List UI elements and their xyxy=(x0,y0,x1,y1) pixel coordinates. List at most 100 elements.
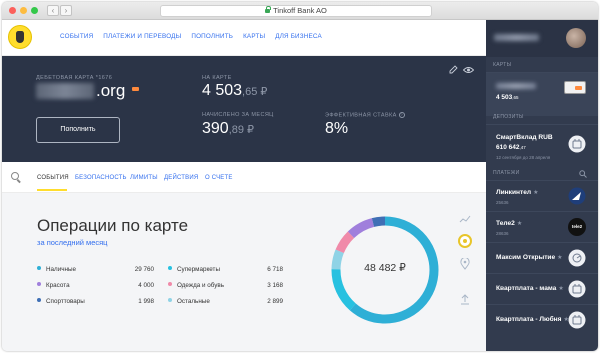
category-bullet xyxy=(37,282,41,287)
category-name: Одежда и обувь xyxy=(177,282,225,289)
address-bar[interactable]: Tinkoff Bank AO xyxy=(160,5,432,17)
card-thumbnail xyxy=(564,81,586,94)
payment-subtitle: 25636 xyxy=(496,200,509,205)
nav-link-business[interactable]: ДЛЯ БИЗНЕСА xyxy=(275,33,322,40)
rate-label: ЭФФЕКТИВНАЯ СТАВКА? xyxy=(325,112,405,118)
card-balance-main: 4 503 xyxy=(202,82,243,99)
zoom-window-button[interactable] xyxy=(31,7,38,14)
payment-name-text: Максим Открытие xyxy=(496,254,556,261)
category-name: Остальные xyxy=(177,298,210,305)
card-tabs: СОБЫТИЯ БЕЗОПАСНОСТЬ ЛИМИТЫ ДЕЙСТВИЯ О С… xyxy=(2,162,486,193)
category-bullet xyxy=(168,282,172,287)
search-icon[interactable] xyxy=(11,172,19,180)
coin-icon[interactable] xyxy=(458,234,472,248)
payment-item-rent-lyubnya[interactable]: Квартплата - Любня ★ xyxy=(486,304,598,338)
cards-section-label: КАРТЫ xyxy=(493,62,512,68)
payment-item-rent-mom[interactable]: Квартплата - мама ★ xyxy=(486,273,598,304)
avatar[interactable] xyxy=(566,28,586,48)
category-row[interactable]: Супермаркеты xyxy=(168,266,220,273)
operations-title: Операции по карте xyxy=(37,216,189,235)
star-icon[interactable]: ★ xyxy=(533,190,538,196)
browser-toolbar: ‹ › Tinkoff Bank AO xyxy=(2,2,598,20)
deposit-amount-main: 610 642 xyxy=(496,144,520,151)
upload-icon[interactable] xyxy=(460,294,470,305)
category-bullet xyxy=(37,298,41,303)
info-icon[interactable]: ? xyxy=(398,112,405,118)
accrued-amount: 390,89 ₽ xyxy=(202,120,254,138)
payment-name-text: Квартплата - мама xyxy=(496,285,557,292)
sidebar-card-balance: 4 503,65 xyxy=(496,94,519,101)
lock-icon xyxy=(265,6,272,13)
payments-section-label: ПЛАТЕЖИ xyxy=(493,170,520,176)
back-button[interactable]: ‹ xyxy=(47,5,59,16)
topup-button[interactable]: Пополнить xyxy=(36,117,120,143)
accounts-sidebar: КАРТЫ 4 503,65 ДЕПОЗИТЫ СмартВклад RUB 6… xyxy=(486,20,598,351)
card-balance-fraction: ,65 ₽ xyxy=(242,86,268,98)
browser-window: ‹ › Tinkoff Bank AO СОБЫТИЯ ПЛАТЕЖИ И ПЕ… xyxy=(2,2,598,351)
location-pin-icon[interactable] xyxy=(460,258,470,270)
nav-link-cards[interactable]: КАРТЫ xyxy=(243,33,265,40)
side-toolbar xyxy=(454,193,478,351)
category-row[interactable]: Красота xyxy=(37,282,70,289)
tab-security[interactable]: БЕЗОПАСНОСТЬ xyxy=(75,175,127,181)
rate-value: 8% xyxy=(325,120,349,137)
user-name-blurred xyxy=(494,34,539,41)
category-row[interactable]: Остальные xyxy=(168,298,210,305)
close-window-button[interactable] xyxy=(9,7,16,14)
category-amount: 2 899 xyxy=(267,298,283,305)
star-icon[interactable]: ★ xyxy=(517,221,522,227)
category-row[interactable]: Одежда и обувь xyxy=(168,282,224,289)
nav-link-topup[interactable]: ПОПОЛНИТЬ xyxy=(191,33,233,40)
edit-icon[interactable] xyxy=(448,65,458,75)
payment-item-maxim[interactable]: Максим Открытие ★ xyxy=(486,242,598,273)
address-bar-text: Tinkoff Bank AO xyxy=(273,6,327,15)
minimize-window-button[interactable] xyxy=(20,7,27,14)
payment-name: Квартплата - мама ★ xyxy=(496,285,564,292)
payment-item-linkintel[interactable]: Линкинтел ★ 25636 xyxy=(486,180,598,211)
card-name-blurred xyxy=(36,83,94,99)
deposit-amount: 610 642,47 xyxy=(496,144,526,151)
star-icon[interactable]: ★ xyxy=(557,255,562,261)
card-name-blurred xyxy=(496,83,536,89)
forward-button[interactable]: › xyxy=(60,5,72,16)
tab-actions[interactable]: ДЕЙСТВИЯ xyxy=(164,175,198,181)
nav-link-events[interactable]: СОБЫТИЯ xyxy=(60,33,93,40)
tab-events[interactable]: СОБЫТИЯ xyxy=(37,175,69,181)
sidebar-header xyxy=(486,20,598,57)
linkintel-logo-icon xyxy=(568,187,586,205)
sidebar-card-item[interactable]: 4 503,65 xyxy=(486,72,598,116)
payment-item-tele2[interactable]: Теле2 ★ 28636 tele2 xyxy=(486,211,598,242)
category-row[interactable]: Спорттовары xyxy=(37,298,85,305)
sidebar-deposit-item[interactable]: СмартВклад RUB 610 642,47 12 сентября до… xyxy=(486,124,598,164)
rate-label-text: ЭФФЕКТИВНАЯ СТАВКА xyxy=(325,112,397,119)
category-amount: 3 168 xyxy=(267,282,283,289)
eye-icon[interactable] xyxy=(463,66,474,74)
star-icon[interactable]: ★ xyxy=(558,286,563,292)
category-bullet xyxy=(168,298,172,303)
tab-limits[interactable]: ЛИМИТЫ xyxy=(130,175,158,181)
category-amount: 1 998 xyxy=(138,298,154,305)
card-balance: 4 503,65 ₽ xyxy=(202,82,267,100)
category-amount: 4 000 xyxy=(138,282,154,289)
operations-period-link[interactable]: за последний месяц xyxy=(37,238,107,247)
accrued-label: НАЧИСЛЕНО ЗА МЕСЯЦ xyxy=(202,112,274,118)
category-amount: 29 760 xyxy=(134,266,154,273)
rent-icon xyxy=(568,311,586,329)
trend-icon[interactable] xyxy=(459,215,471,223)
category-name: Красота xyxy=(46,282,70,289)
deposit-name: СмартВклад RUB xyxy=(496,134,553,141)
tab-account[interactable]: О СЧЕТЕ xyxy=(205,175,233,181)
top-navigation: СОБЫТИЯ ПЛАТЕЖИ И ПЕРЕВОДЫ ПОПОЛНИТЬ КАР… xyxy=(2,20,486,56)
search-icon[interactable] xyxy=(579,170,587,178)
category-row[interactable]: Наличные xyxy=(37,266,76,273)
tele2-logo-icon: tele2 xyxy=(568,218,586,236)
transfer-icon xyxy=(568,249,586,267)
rent-icon xyxy=(568,280,586,298)
category-bullet xyxy=(37,266,41,271)
category-amount: 6 718 xyxy=(267,266,283,273)
payment-subtitle: 28636 xyxy=(496,231,509,236)
bank-logo[interactable] xyxy=(8,25,32,49)
deposit-amount-fraction: ,47 xyxy=(519,145,526,150)
deposit-note: 12 сентября до 28 апреля xyxy=(496,155,551,160)
nav-link-payments[interactable]: ПЛАТЕЖИ И ПЕРЕВОДЫ xyxy=(103,33,181,40)
